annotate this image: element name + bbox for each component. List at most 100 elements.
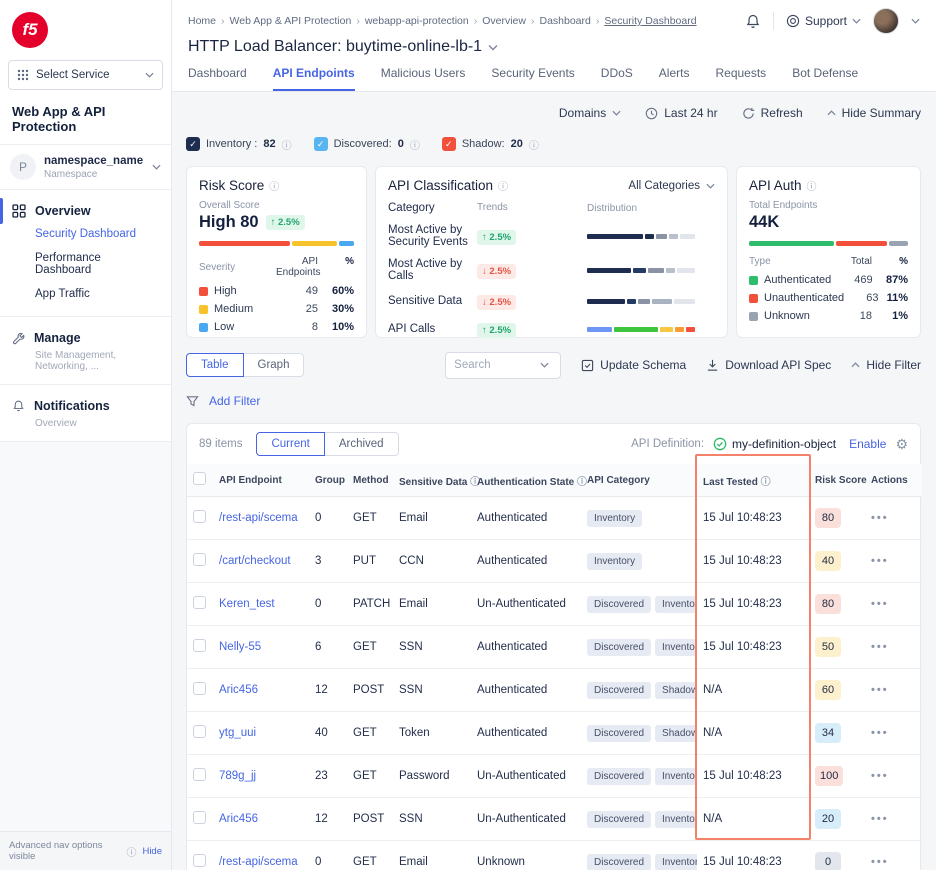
add-filter-button[interactable]: Add Filter [209, 394, 260, 408]
col-last-tested[interactable]: Last Tested ⓘ [697, 464, 809, 497]
row-actions-menu[interactable]: ••• [871, 770, 889, 782]
filter-inventory[interactable]: Inventory :82 ⓘ [186, 137, 292, 152]
namespace-selector[interactable]: P namespace_name Namespace [0, 144, 171, 190]
col-api-endpoint[interactable]: API Endpoint [213, 464, 309, 497]
col-risk-score[interactable]: Risk Score [809, 464, 865, 497]
gear-icon[interactable]: ⚙ [895, 436, 908, 453]
endpoint-link[interactable]: Keren_test [219, 598, 275, 610]
trend-badge: 2.5% [477, 323, 516, 338]
row-actions-menu[interactable]: ••• [871, 598, 889, 610]
time-range-picker[interactable]: Last 24 hr [645, 106, 717, 120]
archived-tab[interactable]: Archived [325, 432, 399, 456]
endpoint-link[interactable]: Aric456 [219, 684, 258, 696]
info-icon[interactable]: ⓘ [577, 477, 587, 488]
tab-bot-defense[interactable]: Bot Defense [792, 66, 858, 91]
endpoint-link[interactable]: Nelly-55 [219, 641, 261, 653]
user-avatar[interactable] [873, 8, 899, 34]
hide-filter-toggle[interactable]: Hide Filter [851, 358, 921, 372]
col-api-category[interactable]: API Category [581, 464, 697, 497]
row-checkbox[interactable] [193, 682, 206, 695]
row-checkbox[interactable] [193, 768, 206, 781]
row-actions-menu[interactable]: ••• [871, 813, 889, 825]
enable-link[interactable]: Enable [849, 437, 886, 451]
row-checkbox[interactable] [193, 811, 206, 824]
tab-security-events[interactable]: Security Events [491, 66, 574, 91]
f5-logo[interactable]: f5 [12, 12, 48, 48]
row-actions-menu[interactable]: ••• [871, 727, 889, 739]
checkbox-checked[interactable] [442, 137, 456, 151]
row-actions-menu[interactable]: ••• [871, 512, 889, 524]
sidebar-item-security-dashboard[interactable]: Security Dashboard [0, 222, 171, 246]
select-service-dropdown[interactable]: Select Service [8, 60, 163, 90]
col-sensitive-data[interactable]: Sensitive Data ⓘ [393, 464, 471, 497]
table-view-button[interactable]: Table [186, 353, 244, 377]
sidebar-item-overview[interactable]: Overview [0, 200, 171, 222]
row-checkbox[interactable] [193, 553, 206, 566]
row-actions-menu[interactable]: ••• [871, 856, 889, 868]
info-icon[interactable]: ⓘ [761, 477, 771, 488]
row-actions-menu[interactable]: ••• [871, 555, 889, 567]
row-actions-menu[interactable]: ••• [871, 684, 889, 696]
row-checkbox[interactable] [193, 854, 206, 867]
breadcrumb-item-current[interactable]: Security Dashboard [604, 15, 696, 27]
sidebar-item-notifications[interactable]: Notifications [0, 395, 171, 417]
search-input[interactable] [454, 359, 534, 371]
bell-icon[interactable] [745, 13, 761, 30]
tab-requests[interactable]: Requests [715, 66, 766, 91]
info-icon[interactable]: ⓘ [498, 178, 508, 193]
domains-dropdown[interactable]: Domains [559, 106, 621, 120]
row-checkbox[interactable] [193, 510, 206, 523]
breadcrumb-item[interactable]: Overview [482, 15, 526, 27]
chevron-down-icon[interactable] [488, 44, 498, 51]
col-authentication-state[interactable]: Authentication State ⓘ [471, 464, 581, 497]
info-icon[interactable]: ⓘ [269, 178, 279, 193]
tab-alerts[interactable]: Alerts [659, 66, 690, 91]
row-checkbox[interactable] [193, 596, 206, 609]
tab-dashboard[interactable]: Dashboard [188, 66, 247, 91]
graph-view-button[interactable]: Graph [244, 353, 305, 377]
search-select[interactable] [445, 352, 561, 379]
endpoint-link[interactable]: /rest-api/scema [219, 512, 298, 524]
chevron-down-icon[interactable] [911, 18, 920, 24]
api-endpoints-table: API Endpoint Group Method Sensitive Data… [187, 464, 922, 870]
support-icon [786, 14, 800, 28]
current-tab[interactable]: Current [256, 432, 324, 456]
tab-malicious-users[interactable]: Malicious Users [381, 66, 466, 91]
sensitive-data-cell: Password [393, 755, 471, 798]
tab-ddos[interactable]: DDoS [601, 66, 633, 91]
breadcrumb-item[interactable]: Web App & API Protection [230, 15, 352, 27]
endpoint-link[interactable]: 789g_jj [219, 770, 256, 782]
sidebar-item-performance-dashboard[interactable]: Performance Dashboard [0, 246, 171, 282]
endpoint-link[interactable]: /cart/checkout [219, 555, 291, 567]
checkbox-checked[interactable] [314, 137, 328, 151]
support-menu[interactable]: Support [786, 14, 861, 28]
download-api-spec-button[interactable]: Download API Spec [706, 358, 831, 372]
endpoint-link[interactable]: ytg_uui [219, 727, 256, 739]
breadcrumb-item[interactable]: Home [188, 15, 216, 27]
risk-score-badge: 20 [815, 809, 841, 829]
all-categories-dropdown[interactable]: All Categories [628, 180, 715, 192]
tab-api-endpoints[interactable]: API Endpoints [273, 66, 355, 91]
col-group[interactable]: Group [309, 464, 347, 497]
filter-shadow[interactable]: Shadow:20 ⓘ [442, 137, 539, 152]
breadcrumb-item[interactable]: webapp-api-protection [365, 15, 469, 27]
breadcrumb-item[interactable]: Dashboard [539, 15, 590, 27]
row-actions-menu[interactable]: ••• [871, 641, 889, 653]
endpoint-link[interactable]: Aric456 [219, 813, 258, 825]
row-checkbox[interactable] [193, 639, 206, 652]
sidebar-item-app-traffic[interactable]: App Traffic [0, 282, 171, 306]
info-icon[interactable]: ⓘ [807, 178, 817, 193]
sidebar-item-manage[interactable]: Manage [0, 327, 171, 349]
endpoint-link[interactable]: /rest-api/scema [219, 856, 298, 868]
unknown-swatch [749, 312, 758, 321]
refresh-button[interactable]: Refresh [742, 106, 803, 120]
checkbox-checked[interactable] [186, 137, 200, 151]
row-checkbox[interactable] [193, 725, 206, 738]
col-method[interactable]: Method [347, 464, 393, 497]
filter-discovered[interactable]: Discovered:0 ⓘ [314, 137, 420, 152]
select-all-checkbox[interactable] [193, 472, 206, 485]
hide-nav-link[interactable]: Hide [142, 846, 162, 857]
hide-summary-toggle[interactable]: Hide Summary [827, 106, 921, 120]
update-schema-button[interactable]: Update Schema [581, 358, 686, 372]
classification-row: Sensitive Data2.5% [388, 287, 715, 315]
